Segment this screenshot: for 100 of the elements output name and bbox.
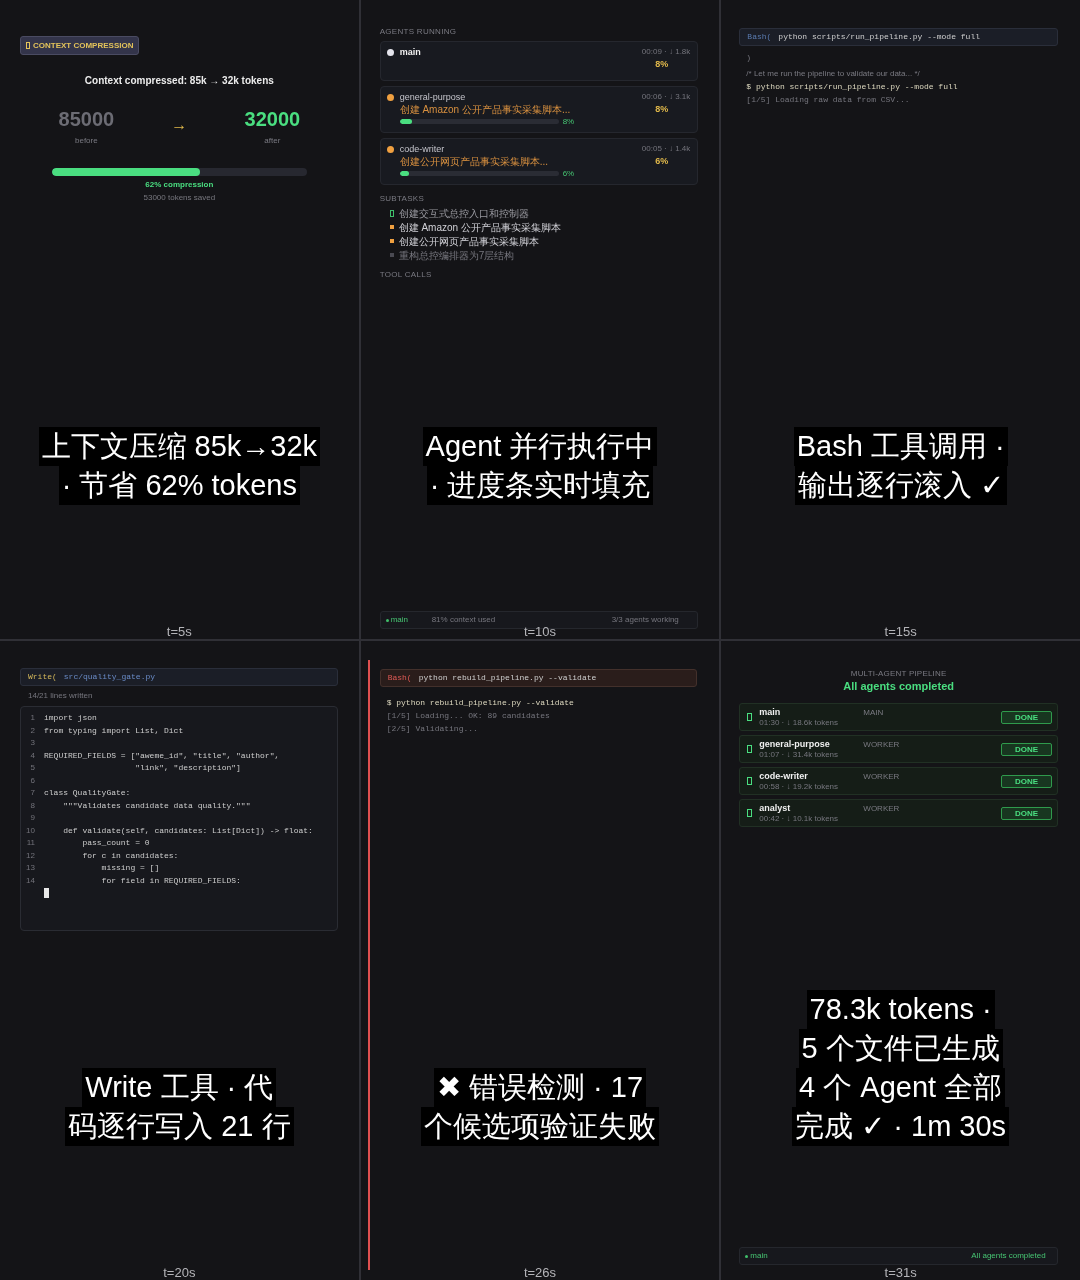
code-line: for c in candidates: — [81, 850, 179, 861]
done-badge: DONE — [1001, 774, 1052, 788]
line-number: 8 — [29, 800, 35, 811]
compression-title: Context compressed: 85k → 32k tokens — [84, 75, 274, 87]
done-badge: DONE — [1001, 806, 1052, 820]
agent-role: MAIN — [863, 708, 884, 718]
status-dot-icon — [745, 1254, 749, 1258]
subtask-text: 创建 Amazon 公开产品事实采集脚本 — [398, 220, 561, 234]
agent-meta: 00:05 · ↓ 1.4k — [641, 144, 691, 154]
tokens-saved-text: 53000 tokens saved — [143, 193, 216, 203]
agent-name: main — [399, 47, 421, 58]
pipeline-heading: MULTI-AGENT PIPELINE — [850, 669, 947, 679]
tool-name: Write( — [28, 672, 57, 682]
square-outline-icon — [26, 42, 30, 49]
line-number: 10 — [25, 825, 35, 836]
progress-percent: 6% — [562, 169, 575, 178]
line-number: 5 — [29, 763, 35, 774]
square-outline-icon — [747, 809, 753, 817]
pipeline-status: All agents completed — [843, 680, 954, 693]
square-outline-icon — [389, 209, 394, 217]
terminal-line: [1/5] Loading raw data from CSV... — [746, 94, 910, 106]
timestamp-label: t=31s — [884, 1266, 917, 1280]
agent-meta: 01:07 · ↓ 31.4k tokens — [759, 749, 839, 760]
agent-meta: 01:30 · ↓ 18.6k tokens — [759, 717, 839, 728]
code-line: missing = [] — [100, 863, 160, 874]
agent-meta: 00:58 · ↓ 19.2k tokens — [759, 781, 839, 792]
agent-meta: 00:42 · ↓ 10.1k tokens — [759, 813, 839, 824]
subtask-text: 重构总控编排器为7层结构 — [398, 248, 515, 262]
status-agent-name: main — [750, 1251, 768, 1261]
section-label: SUBTASKS — [379, 194, 425, 204]
mode-label: CONTEXT COMPRESSION — [33, 40, 134, 51]
agent-name: general-purpose — [759, 738, 830, 750]
agent-name: code-writer — [759, 770, 808, 782]
line-number: 4 — [29, 750, 35, 761]
timestamp-label: t=26s — [523, 1266, 557, 1280]
agent-task: 创建公开网页产品事实采集脚本... — [399, 155, 548, 168]
square-outline-icon — [747, 745, 753, 753]
code-line: for field in REQUIRED_FIELDS: — [100, 875, 241, 886]
agent-percent: 6% — [655, 156, 669, 167]
tool-name: Bash( — [747, 32, 772, 42]
agent-meta: 00:06 · ↓ 3.1k — [641, 92, 691, 102]
code-line: from typing import List, Dict — [44, 725, 184, 736]
done-badge: DONE — [1001, 710, 1052, 724]
terminal-line: ) — [746, 52, 752, 64]
terminal-line: $ python rebuild_pipeline.py --validate — [386, 697, 574, 709]
subtask-text: 创建公开网页产品事实采集脚本 — [398, 234, 539, 248]
timestamp-label: t=5s — [166, 625, 192, 639]
agent-name: analyst — [759, 802, 791, 814]
line-number: 2 — [29, 725, 35, 736]
code-line: "link", "description"] — [134, 763, 241, 774]
agent-role: WORKER — [863, 740, 900, 750]
tool-command: python rebuild_pipeline.py --validate — [418, 673, 597, 683]
code-line: """Validates candidate data quality.""" — [62, 800, 251, 811]
status-agent-name: main — [390, 615, 408, 625]
terminal-line: $ python scripts/run_pipeline.py --mode full — [746, 81, 958, 93]
line-number: 11 — [25, 838, 35, 849]
agent-percent: 8% — [655, 59, 669, 70]
agent-role: WORKER — [863, 804, 900, 814]
agent-meta: 00:09 · ↓ 1.8k — [641, 47, 691, 57]
before-label: before — [75, 136, 98, 146]
agent-name: code-writer — [399, 144, 445, 155]
timestamp-label: t=15s — [884, 625, 917, 639]
subtask-text: 创建交互式总控入口和控制器 — [398, 206, 529, 220]
done-badge: DONE — [1001, 742, 1052, 756]
code-line: class QualityGate: — [44, 788, 131, 799]
line-number: 9 — [29, 813, 35, 824]
line-number: 12 — [25, 850, 35, 861]
before-value: 85000 — [58, 109, 115, 129]
square-outline-icon — [747, 777, 753, 785]
agent-role: WORKER — [863, 772, 900, 782]
code-line: pass_count = 0 — [81, 838, 150, 849]
line-number: 1 — [29, 713, 35, 724]
section-label: AGENTS RUNNING — [379, 27, 457, 37]
file-path: src/quality_gate.py — [63, 672, 156, 682]
agent-task: 创建 Amazon 公开产品事实采集脚本... — [399, 103, 571, 116]
compression-percent: 62% compression — [145, 180, 214, 190]
status-message: 3/3 agents working — [611, 615, 679, 625]
lines-written-text: 14/21 lines written — [28, 691, 93, 701]
code-line: import json — [44, 713, 97, 724]
section-label: TOOL CALLS — [379, 270, 432, 280]
status-dot-icon — [385, 618, 389, 622]
status-message: All agents completed — [971, 1251, 1046, 1261]
terminal-line: [1/5] Loading... OK: 89 candidates — [386, 710, 550, 722]
code-line: REQUIRED_FIELDS = ["aweme_id", "title", "author", — [44, 750, 280, 761]
timestamp-label: t=10s — [523, 625, 557, 639]
line-number: 6 — [29, 775, 35, 786]
progress-percent: 8% — [562, 117, 575, 126]
square-outline-icon — [747, 713, 753, 721]
agent-name: general-purpose — [399, 92, 466, 103]
line-number: 7 — [29, 788, 35, 799]
tool-name: Bash( — [387, 673, 412, 683]
timestamp-label: t=20s — [163, 1266, 196, 1280]
terminal-line: /* Let me run the pipeline to validate our data... */ — [746, 68, 920, 80]
after-label: after — [264, 136, 281, 146]
tool-command: python scripts/run_pipeline.py --mode full — [778, 32, 980, 42]
code-line: def validate(self, candidates: List[Dict]) -> float: — [62, 825, 313, 836]
terminal-line: [2/5] Validating... — [386, 723, 478, 735]
arrow-icon: → — [171, 117, 188, 133]
after-value: 32000 — [244, 109, 301, 129]
line-number: 3 — [29, 738, 35, 749]
